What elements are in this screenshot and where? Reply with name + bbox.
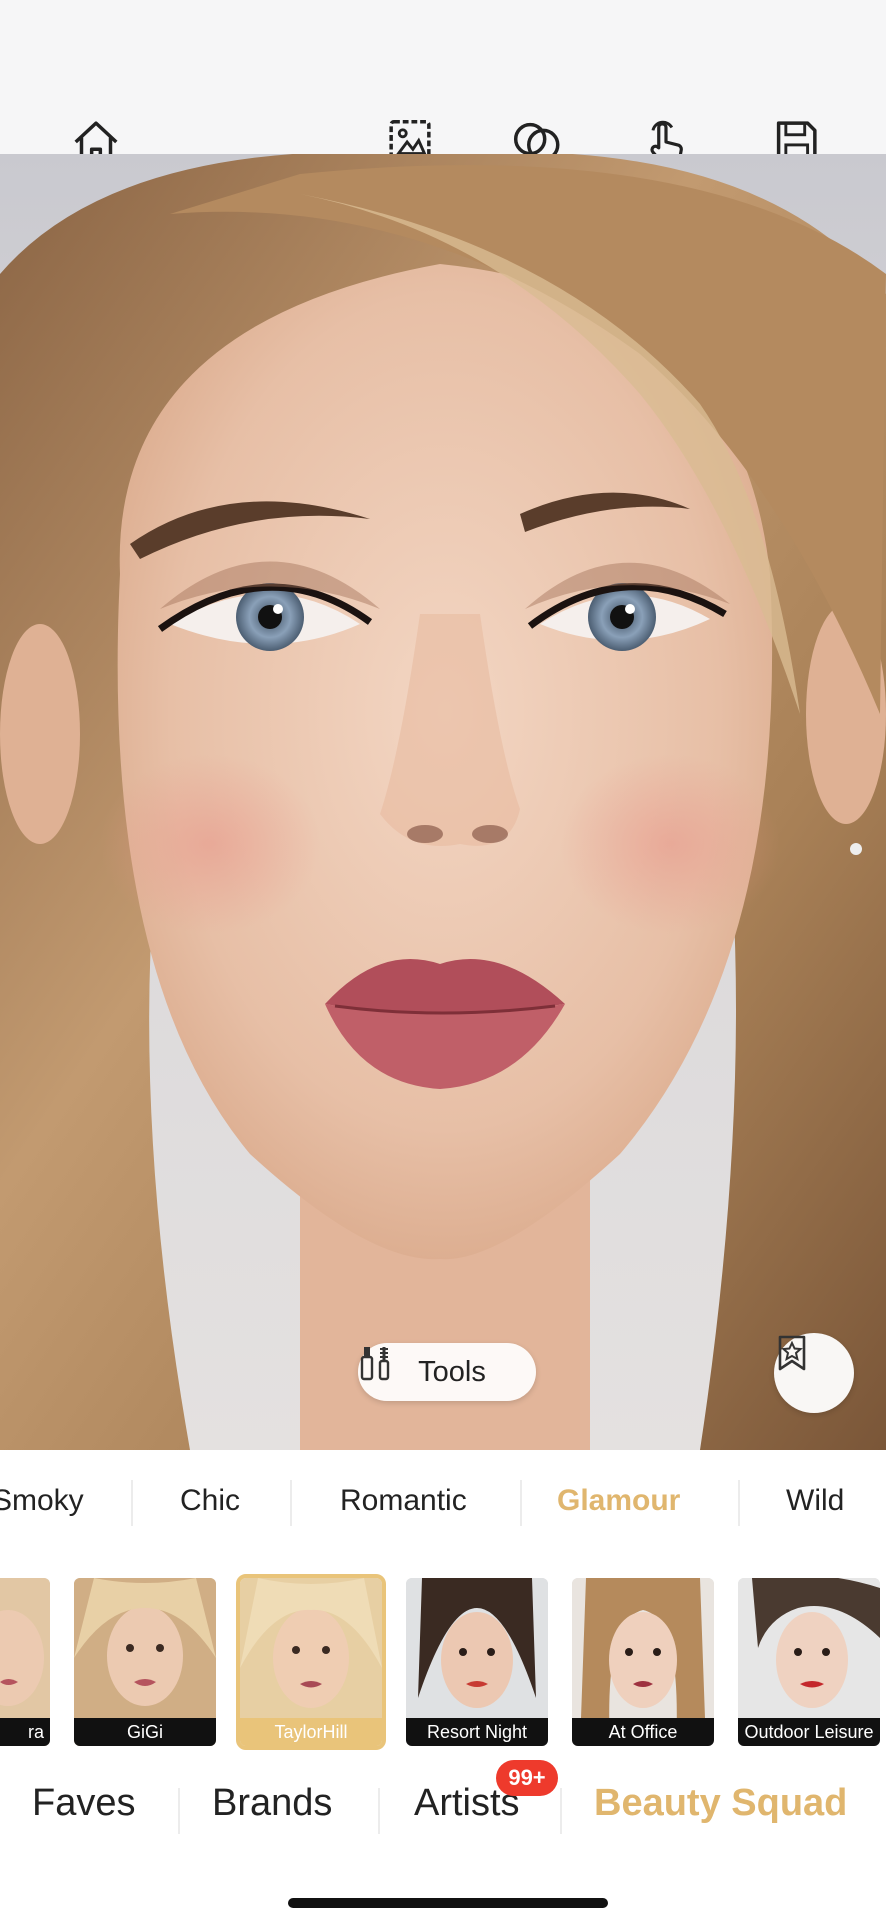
look-card[interactable]: At Office — [572, 1578, 714, 1746]
tab-romantic[interactable]: Romantic — [340, 1484, 467, 1518]
top-toolbar — [0, 0, 886, 165]
tab-chic[interactable]: Chic — [180, 1484, 240, 1518]
tab-brands[interactable]: Brands — [212, 1782, 332, 1825]
tab-divider — [520, 1480, 522, 1526]
look-caption: TaylorHill — [240, 1718, 382, 1746]
tab-divider — [378, 1788, 380, 1834]
style-filter-tabs: Smoky Chic Romantic Glamour Wild — [0, 1450, 886, 1560]
tab-beauty-squad[interactable]: Beauty Squad — [594, 1782, 847, 1825]
tools-button[interactable]: Tools — [358, 1343, 536, 1401]
look-card[interactable]: Outdoor Leisure — [738, 1578, 880, 1746]
look-card[interactable]: GiGi — [74, 1578, 216, 1746]
looks-carousel[interactable]: ra GiGi TaylorHill Resort Night At Offic… — [0, 1560, 886, 1752]
look-card-selected[interactable]: TaylorHill — [236, 1574, 386, 1750]
look-caption: At Office — [572, 1718, 714, 1746]
tab-divider — [738, 1480, 740, 1526]
tab-divider — [131, 1480, 133, 1526]
tab-smoky[interactable]: Smoky — [0, 1484, 84, 1518]
tab-divider — [178, 1788, 180, 1834]
tools-label: Tools — [418, 1355, 486, 1388]
look-caption: Outdoor Leisure — [738, 1718, 880, 1746]
portrait-illustration — [0, 154, 886, 1450]
look-caption: Resort Night — [406, 1718, 548, 1746]
look-caption: ra — [0, 1718, 50, 1746]
home-indicator[interactable] — [288, 1898, 608, 1908]
tab-divider — [290, 1480, 292, 1526]
look-card[interactable]: ra — [0, 1578, 50, 1746]
look-caption: GiGi — [74, 1718, 216, 1746]
tab-wild[interactable]: Wild — [786, 1484, 844, 1518]
tab-faves[interactable]: Faves — [32, 1782, 135, 1825]
makeup-preview-photo[interactable]: Tools — [0, 154, 886, 1450]
tab-divider — [560, 1788, 562, 1834]
category-tabs: Faves Brands Artists Beauty Squad — [0, 1752, 886, 1856]
tab-glamour[interactable]: Glamour — [557, 1484, 680, 1518]
look-card[interactable]: Resort Night — [406, 1578, 548, 1746]
bookmark-star-icon[interactable] — [774, 1333, 854, 1413]
artists-count-badge: 99+ — [496, 1760, 558, 1796]
